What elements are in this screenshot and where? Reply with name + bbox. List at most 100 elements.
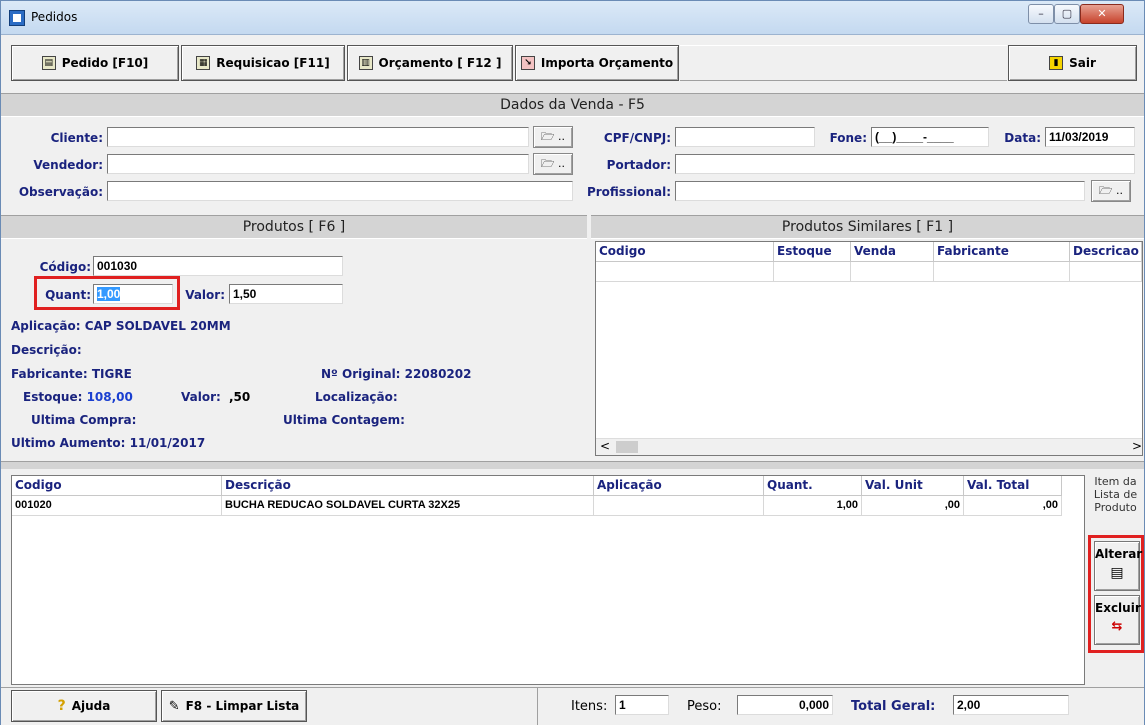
vendedor-folder-button[interactable]: 🗁 .. [533,153,573,175]
quant-value: 1,00 [97,287,121,301]
orcamento-icon: ▥ [358,56,373,70]
descricao-label: Descrição: [11,343,82,357]
limpar-lista-button[interactable]: ✎ F8 - Limpar Lista [161,690,307,722]
orcamento-button[interactable]: ▥ Orçamento [ F12 ] [347,45,513,81]
similares-col-estoque[interactable]: Estoque [774,242,851,262]
similares-col-fabricante[interactable]: Fabricante [934,242,1070,262]
ajuda-label: Ajuda [71,699,111,713]
profissional-folder-button[interactable]: 🗁 .. [1091,180,1131,202]
sair-icon: ▮ [1049,56,1064,70]
requisicao-button[interactable]: ▦ Requisicao [F11] [181,45,345,81]
observacao-label: Observação: [18,185,103,199]
vendedor-input[interactable] [107,154,529,174]
profissional-input[interactable] [675,181,1085,201]
scroll-left-icon[interactable]: < [600,439,610,453]
similares-empty-cell [774,262,851,282]
estoque-label: Estoque: [23,390,83,404]
cliente-folder-button[interactable]: 🗁 .. [533,126,573,148]
alterar-icon: ▤ [1110,565,1124,581]
produtos-header: Produtos [ F6 ] [1,215,587,239]
similares-col-codigo[interactable]: Codigo [596,242,774,262]
pedido-button[interactable]: ▤ Pedido [F10] [11,45,179,81]
itens-grid[interactable]: Codigo Descrição Aplicação Quant. Val. U… [11,475,1085,685]
pedidos-window: Pedidos – ▢ ✕ ▤ Pedido [F10] ▦ Requisica… [0,0,1145,725]
table-row-val-unit[interactable]: ,00 [862,496,964,516]
portador-input[interactable] [675,154,1135,174]
similares-scroll-thumb[interactable] [616,441,638,453]
itens-col-quant[interactable]: Quant. [764,476,862,496]
similares-empty-cell [596,262,774,282]
cpf-input[interactable] [675,127,815,147]
aplicacao-value: CAP SOLDAVEL 20MM [84,319,231,333]
aplicacao-label: Aplicação: [11,319,81,333]
codigo-input[interactable]: 001030 [93,256,343,276]
maximize-button[interactable]: ▢ [1054,4,1080,24]
codigo-label: Código: [39,260,91,274]
valor-label: Valor: [185,288,225,302]
cliente-input[interactable] [107,127,529,147]
similares-col-descricao[interactable]: Descricao [1070,242,1142,262]
itens-col-val-unit[interactable]: Val. Unit [862,476,964,496]
data-input[interactable]: 11/03/2019 [1045,127,1135,147]
itens-col-codigo[interactable]: Codigo [12,476,222,496]
ultima-contagem-label: Ultima Contagem: [283,413,405,427]
scroll-right-icon[interactable]: > [1132,439,1142,453]
similares-empty-cell [1070,262,1142,282]
alterar-button[interactable]: Alterar ▤ [1094,541,1143,591]
itens-col-val-total[interactable]: Val. Total [964,476,1062,496]
valor-input[interactable]: 1,50 [229,284,343,304]
pedido-label: Pedido [F10] [61,56,149,70]
importa-icon: ↘ [520,56,535,70]
folder-icon: 🗁 .. [1098,184,1124,197]
itens-col-descricao[interactable]: Descrição [222,476,594,496]
valor2-info: Valor: ,50 [181,390,250,404]
profissional-label: Profissional: [586,185,671,199]
fone-label: Fone: [829,131,867,145]
sair-button[interactable]: ▮ Sair [1008,45,1137,81]
ajuda-button[interactable]: ? Ajuda [11,690,157,722]
ultimo-aumento-value: 11/01/2017 [129,436,206,450]
original-info: Nº Original: 22080202 [321,367,471,381]
sair-label: Sair [1069,56,1096,70]
similares-grid[interactable]: Codigo Estoque Venda Fabricante Descrica… [595,241,1143,456]
alterar-label: Alterar [1095,547,1143,561]
itens-col-aplicacao[interactable]: Aplicação [594,476,764,496]
ultimo-aumento-info: Ultimo Aumento: 11/01/2017 [11,436,205,450]
peso-value: 0,000 [737,695,833,715]
quant-input[interactable]: 1,00 [93,284,173,304]
itens-label: Itens: [571,699,608,714]
cliente-label: Cliente: [50,131,103,145]
importa-orcamento-button[interactable]: ↘ Importa Orçamento [515,45,679,81]
localizacao-label: Localização: [315,390,398,404]
separator-bar [1,461,1144,469]
close-button[interactable]: ✕ [1080,4,1124,24]
table-row-descricao[interactable]: BUCHA REDUCAO SOLDAVEL CURTA 32X25 [222,496,594,516]
itens-count: 1 [615,695,669,715]
observacao-input[interactable] [107,181,573,201]
excluir-label: Excluir [1095,601,1141,615]
similares-hscrollbar[interactable]: < > [596,438,1142,455]
total-value: 2,00 [953,695,1069,715]
footer-divider [537,687,538,725]
portador-label: Portador: [606,158,671,172]
pedido-icon: ▤ [41,56,56,70]
minimize-button[interactable]: – [1028,4,1054,24]
table-row-codigo[interactable]: 001020 [12,496,222,516]
ultimo-aumento-label: Ultimo Aumento: [11,436,126,450]
original-label: Nº Original: [321,367,401,381]
similares-col-venda[interactable]: Venda [851,242,934,262]
similares-empty-cell [934,262,1070,282]
item-lista-title: Item da Lista de Produto [1093,475,1138,514]
help-icon: ? [57,698,66,714]
fabricante-value: TIGRE [91,367,132,381]
table-row-quant[interactable]: 1,00 [764,496,862,516]
excluir-button[interactable]: Excluir ⇆ [1094,595,1141,645]
fone-input[interactable]: (__)____-____ [871,127,989,147]
vendedor-label: Vendedor: [33,158,103,172]
dados-venda-header: Dados da Venda - F5 [1,93,1144,117]
folder-icon: 🗁 .. [540,130,566,143]
title-bar: Pedidos – ▢ ✕ [1,1,1144,35]
table-row-val-total[interactable]: ,00 [964,496,1062,516]
table-row-aplicacao[interactable] [594,496,764,516]
limpar-label: F8 - Limpar Lista [185,699,300,713]
